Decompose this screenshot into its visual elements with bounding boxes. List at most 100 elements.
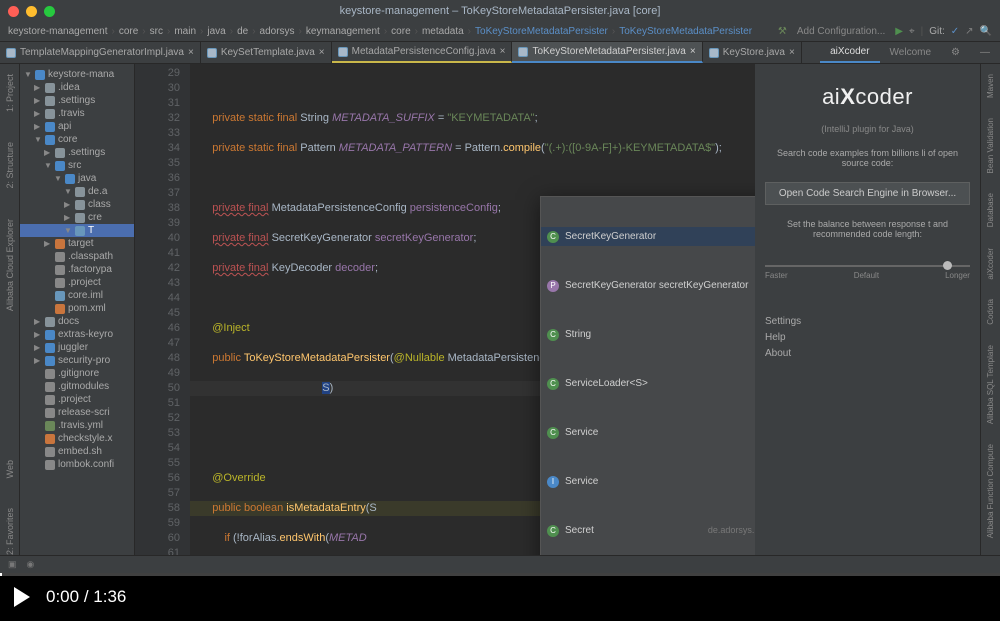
- tool-aixcoder[interactable]: aiXcoder: [986, 248, 995, 280]
- tab-aixcoder[interactable]: aiXcoder: [820, 42, 879, 63]
- completion-popup[interactable]: CSecretKeyGeneratorde.adorsys.keymanagem…: [540, 196, 755, 555]
- completion-item[interactable]: PSecretKeyGenerator secretKeyGeneratorai…: [541, 276, 755, 295]
- tool-bean[interactable]: Bean Validation: [986, 118, 995, 173]
- run-config-dropdown[interactable]: Add Configuration...: [793, 26, 889, 37]
- tree-item[interactable]: ▶security-pro: [20, 354, 134, 367]
- settings-link[interactable]: Settings: [765, 314, 801, 330]
- debug-icon[interactable]: ⌖: [909, 26, 915, 37]
- build-icon[interactable]: ⚒: [778, 26, 787, 37]
- more-icon[interactable]: [966, 585, 986, 610]
- file-tab-active[interactable]: ToKeyStoreMetadataPersister.java×: [512, 42, 702, 63]
- completion-item[interactable]: CSecretde.adorsys.keymanagement.api.type…: [541, 521, 755, 540]
- open-search-button[interactable]: Open Code Search Engine in Browser...: [765, 182, 970, 205]
- close-icon[interactable]: ×: [789, 47, 795, 58]
- tree-item[interactable]: .classpath: [20, 250, 134, 263]
- tree-item[interactable]: .gitignore: [20, 367, 134, 380]
- tree-item[interactable]: .travis.yml: [20, 419, 134, 432]
- completion-item[interactable]: IServicecom.google.common.util.concurren…: [541, 472, 755, 491]
- tree-item[interactable]: ▶target: [20, 237, 134, 250]
- slider-knob[interactable]: [943, 261, 952, 270]
- hide-icon[interactable]: —: [970, 42, 1000, 63]
- balance-slider[interactable]: Faster Default Longer: [765, 253, 970, 280]
- run-icon[interactable]: ▶: [895, 26, 903, 37]
- project-tree[interactable]: ▼keystore-mana ▶.idea ▶.settings ▶.travi…: [20, 64, 135, 555]
- tree-item[interactable]: ▶juggler: [20, 341, 134, 354]
- completion-item[interactable]: CStringjava.lang: [541, 325, 755, 344]
- volume-icon[interactable]: [872, 584, 894, 611]
- tool-cloud[interactable]: Alibaba Cloud Explorer: [5, 219, 15, 311]
- git-update-icon[interactable]: ✓: [951, 26, 959, 37]
- tree-item[interactable]: ▼java: [20, 172, 134, 185]
- tree-item[interactable]: ▶.idea: [20, 81, 134, 94]
- bc-item[interactable]: java: [207, 26, 225, 37]
- tree-item[interactable]: checkstyle.x: [20, 432, 134, 445]
- file-tab[interactable]: MetadataPersistenceConfig.java×: [332, 42, 513, 63]
- tree-item[interactable]: pom.xml: [20, 302, 134, 315]
- tree-item[interactable]: lombok.confi: [20, 458, 134, 471]
- tool-fav[interactable]: 2: Favorites: [5, 508, 15, 555]
- tool-project[interactable]: 1: Project: [5, 74, 15, 112]
- tree-item[interactable]: ▶.settings: [20, 146, 134, 159]
- tool-database[interactable]: Database: [986, 193, 995, 227]
- tool-maven[interactable]: Maven: [986, 74, 995, 98]
- close-icon[interactable]: ×: [188, 47, 194, 58]
- play-icon[interactable]: [14, 587, 30, 607]
- code-editor[interactable]: 29303132 33343536 37383940 41424344 4546…: [135, 64, 755, 555]
- tab-welcome[interactable]: Welcome: [880, 42, 942, 63]
- tree-item[interactable]: .factorypa: [20, 263, 134, 276]
- tool-structure[interactable]: 2: Structure: [5, 142, 15, 189]
- close-icon[interactable]: [8, 6, 19, 17]
- completion-item[interactable]: CServiceLoader<S>java.util: [541, 374, 755, 393]
- gear-icon[interactable]: ⚙: [941, 42, 970, 63]
- about-link[interactable]: About: [765, 346, 801, 362]
- completion-item[interactable]: CSecretKeyGeneratorde.adorsys.keymanagem…: [541, 227, 755, 246]
- bc-class[interactable]: ToKeyStoreMetadataPersister: [475, 26, 608, 37]
- tree-item[interactable]: core.iml: [20, 289, 134, 302]
- tree-item[interactable]: ▼core: [20, 133, 134, 146]
- bc-method[interactable]: ToKeyStoreMetadataPersister: [619, 26, 752, 37]
- completion-item[interactable]: CServicejava.security.Provider: [541, 423, 755, 442]
- tree-item[interactable]: ▼de.a: [20, 185, 134, 198]
- file-tab[interactable]: KeySetTemplate.java×: [201, 42, 332, 63]
- bc-item[interactable]: keymanagement: [306, 26, 380, 37]
- tree-item[interactable]: ▶api: [20, 120, 134, 133]
- tree-item[interactable]: .gitmodules: [20, 380, 134, 393]
- bc-item[interactable]: src: [150, 26, 163, 37]
- bc-item[interactable]: keystore-management: [8, 26, 108, 37]
- git-history-icon[interactable]: ↗: [965, 26, 973, 37]
- tool-web[interactable]: Web: [5, 460, 15, 478]
- status-item[interactable]: ▣: [8, 559, 17, 570]
- tool-codota[interactable]: Codota: [986, 299, 995, 325]
- close-icon[interactable]: ×: [690, 46, 696, 57]
- code-content[interactable]: private static final String METADATA_SUF…: [190, 64, 755, 555]
- status-item[interactable]: ◉: [27, 559, 35, 570]
- tree-item[interactable]: ▼src: [20, 159, 134, 172]
- search-icon[interactable]: 🔍: [980, 26, 992, 37]
- tree-item[interactable]: embed.sh: [20, 445, 134, 458]
- tree-item[interactable]: ▶cre: [20, 211, 134, 224]
- tree-item[interactable]: ▶.settings: [20, 94, 134, 107]
- tree-item[interactable]: .project: [20, 276, 134, 289]
- tree-item[interactable]: ▶.travis: [20, 107, 134, 120]
- file-tab[interactable]: KeyStore.java×: [703, 42, 802, 63]
- minimize-icon[interactable]: [26, 6, 37, 17]
- close-icon[interactable]: ×: [500, 46, 506, 57]
- tool-alisql[interactable]: Alibaba SQL Template: [986, 345, 995, 424]
- tree-item[interactable]: ▶docs: [20, 315, 134, 328]
- bc-item[interactable]: adorsys: [260, 26, 295, 37]
- file-tab[interactable]: TemplateMappingGeneratorImpl.java×: [0, 42, 201, 63]
- tree-item-selected[interactable]: ▼T: [20, 224, 134, 237]
- tool-alifn[interactable]: Alibaba Function Compute: [986, 444, 995, 538]
- bc-item[interactable]: metadata: [422, 26, 464, 37]
- bc-item[interactable]: core: [119, 26, 138, 37]
- video-progress-bar[interactable]: [0, 573, 1000, 576]
- tree-item[interactable]: .project: [20, 393, 134, 406]
- tree-item[interactable]: ▶extras-keyro: [20, 328, 134, 341]
- bc-item[interactable]: main: [174, 26, 196, 37]
- bc-item[interactable]: de: [237, 26, 248, 37]
- close-icon[interactable]: ×: [319, 47, 325, 58]
- tree-item[interactable]: release-scri: [20, 406, 134, 419]
- bc-item[interactable]: core: [391, 26, 410, 37]
- fullscreen-icon[interactable]: [920, 585, 940, 610]
- zoom-icon[interactable]: [44, 6, 55, 17]
